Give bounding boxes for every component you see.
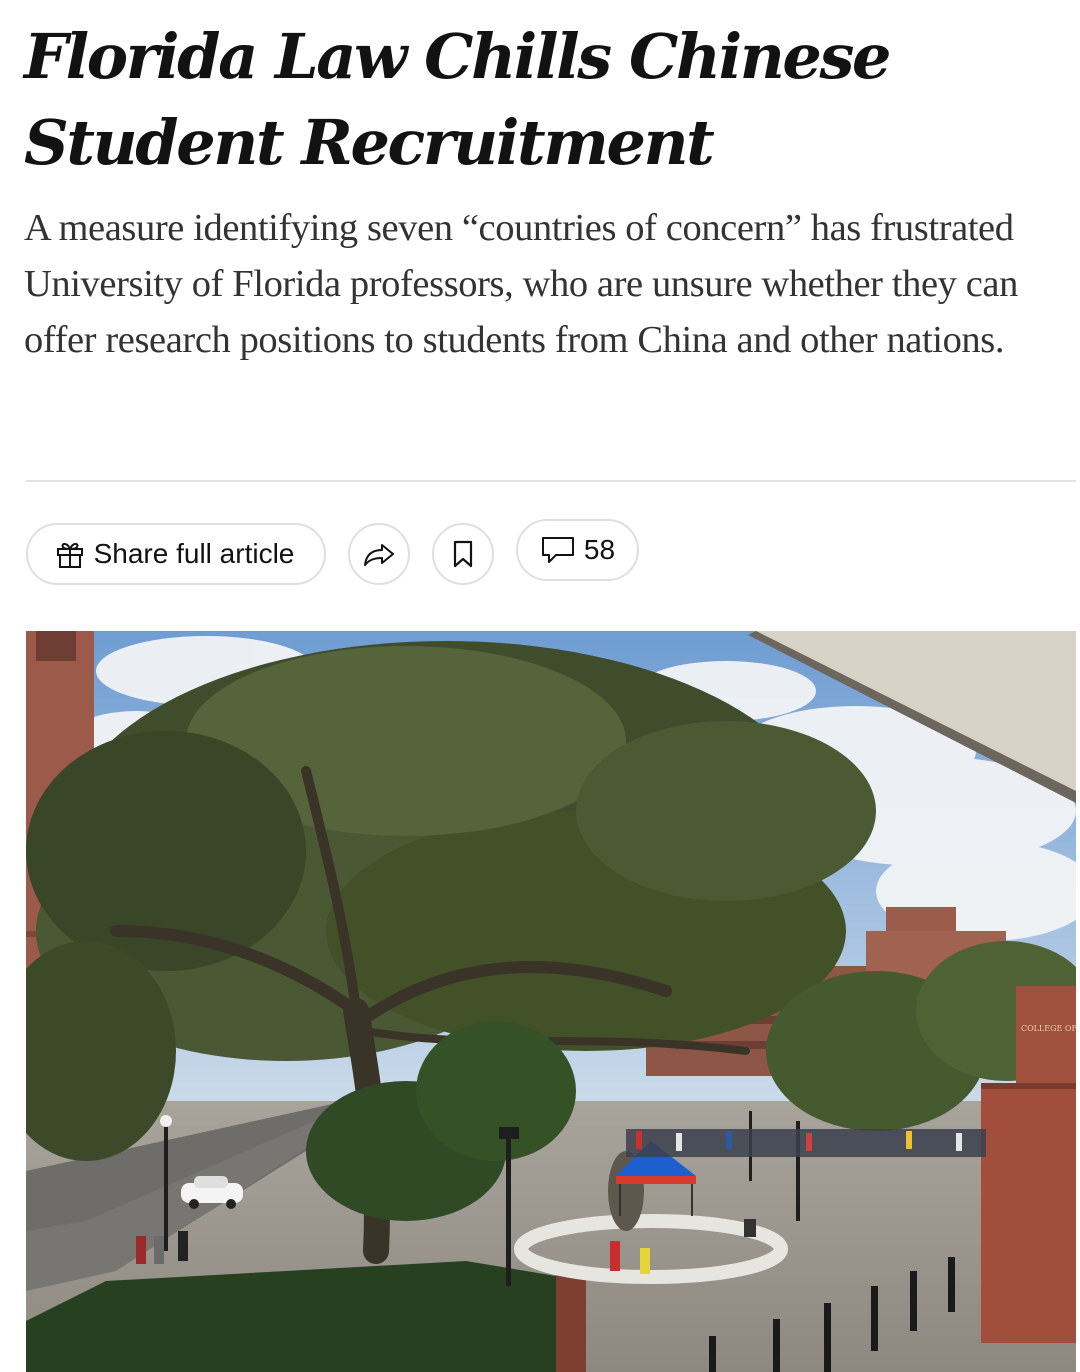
share-full-article-label: Share full article <box>93 538 295 569</box>
article-photo: COLLEGE OF LIBERAL ARTS <box>26 631 1076 1372</box>
save-button[interactable] <box>432 523 494 585</box>
share-full-article-button[interactable]: Share full article <box>26 523 326 585</box>
section-divider <box>26 480 1076 482</box>
article-summary: A measure identifying seven “countries o… <box>24 207 1018 361</box>
comment-count: 58 <box>583 534 616 565</box>
crowd <box>626 1129 986 1157</box>
article-headline: Florida Law Chills Chinese Student Recru… <box>24 20 891 179</box>
share-arrow-icon <box>362 539 396 569</box>
building-sign-text: COLLEGE OF LIBERAL ARTS <box>1021 1024 1076 1033</box>
gift-icon <box>54 538 86 570</box>
comments-button[interactable]: 58 <box>516 519 639 581</box>
bookmark-icon <box>452 539 474 569</box>
share-button[interactable] <box>348 523 410 585</box>
campus-plaza-photo: COLLEGE OF LIBERAL ARTS <box>26 631 1076 1372</box>
comment-bubble-icon <box>540 535 576 565</box>
